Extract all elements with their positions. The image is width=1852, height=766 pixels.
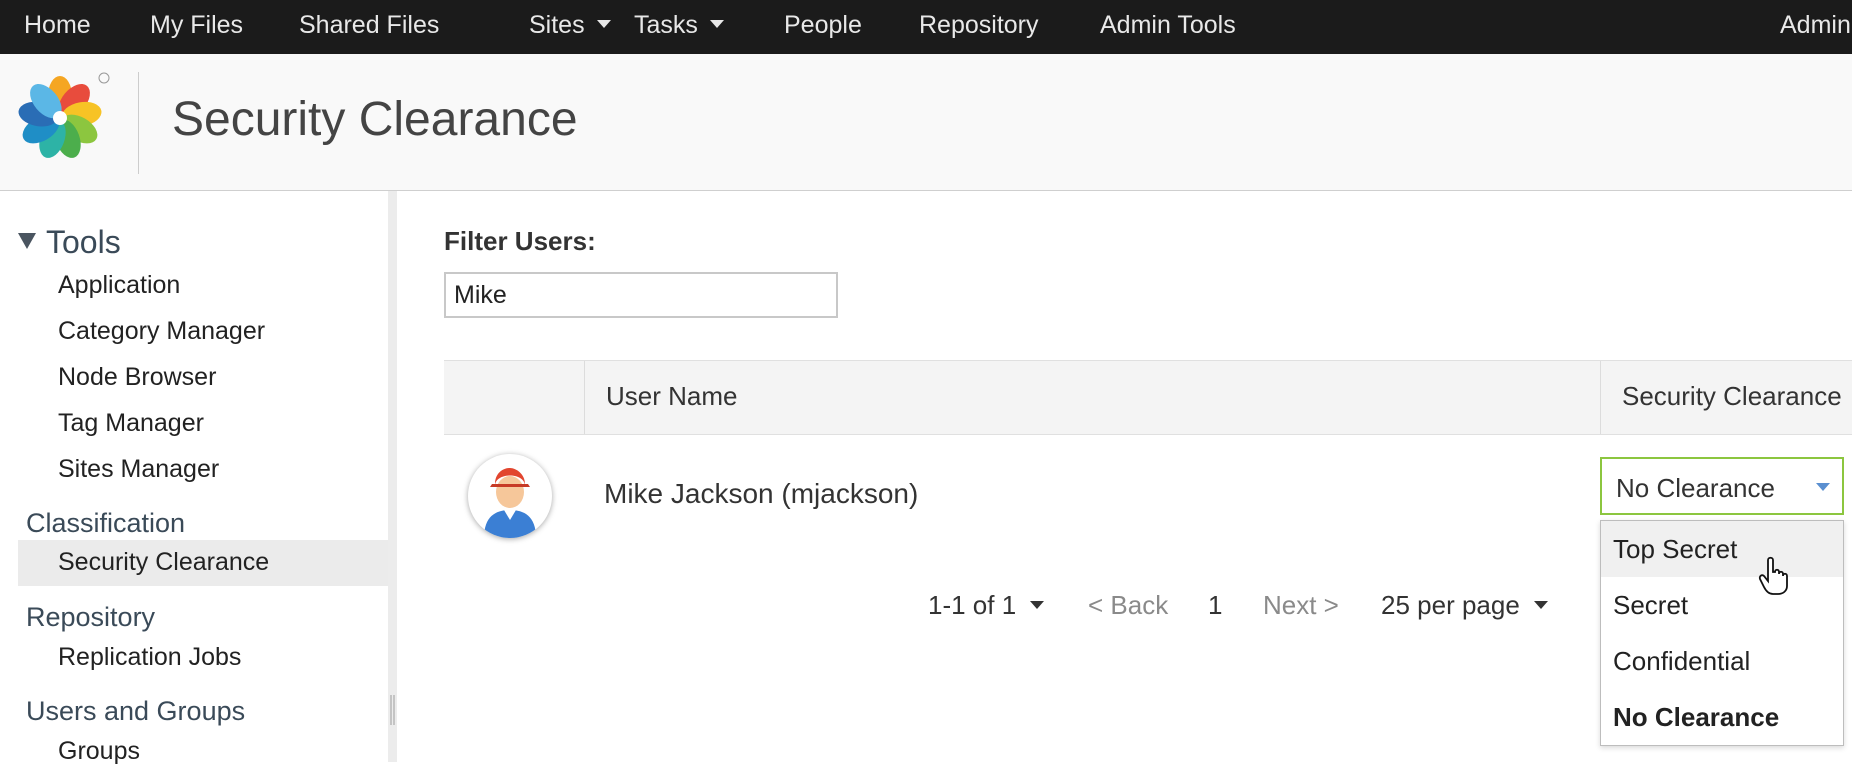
- sidebar-splitter[interactable]: [388, 191, 397, 762]
- table-row-user-name: Mike Jackson (mjackson): [604, 478, 919, 509]
- nav-my-files[interactable]: My Files: [150, 0, 243, 50]
- nav-people[interactable]: People: [784, 0, 862, 50]
- pager-next-button[interactable]: Next >: [1263, 590, 1339, 621]
- filter-users-label: Filter Users:: [444, 226, 596, 256]
- nav-sites-label: Sites: [529, 11, 585, 39]
- chevron-down-icon: [596, 20, 611, 29]
- sidebar-group-users-and-groups: Users and Groups: [26, 696, 246, 726]
- hand-cursor-icon: [1758, 556, 1788, 595]
- page-title: Security Clearance: [172, 93, 578, 146]
- collapse-triangle-icon: [18, 232, 36, 249]
- column-separator: [1600, 361, 1601, 434]
- nav-shared-files[interactable]: Shared Files: [299, 0, 439, 50]
- alfresco-logo-icon: [18, 72, 110, 158]
- option-confidential[interactable]: Confidential: [1601, 633, 1843, 689]
- sidebar-tools-heading[interactable]: Tools: [18, 224, 121, 261]
- column-header-security-clearance[interactable]: Security Clearance: [1622, 381, 1842, 412]
- top-nav-bar: Home My Files Shared Files Sites Tasks P…: [0, 0, 1852, 54]
- sidebar-item-sites-manager[interactable]: Sites Manager: [58, 455, 219, 484]
- header-divider: [138, 72, 139, 174]
- nav-home[interactable]: Home: [24, 0, 91, 50]
- filter-users-input[interactable]: [444, 272, 838, 318]
- user-avatar-icon: [484, 468, 536, 538]
- nav-tasks[interactable]: Tasks: [634, 0, 724, 50]
- sidebar-item-node-browser[interactable]: Node Browser: [58, 363, 216, 392]
- sidebar-item-tag-manager[interactable]: Tag Manager: [58, 409, 204, 438]
- nav-repository[interactable]: Repository: [919, 0, 1039, 50]
- sidebar-group-classification: Classification: [26, 508, 186, 538]
- column-separator: [584, 361, 585, 434]
- option-no-clearance[interactable]: No Clearance: [1601, 689, 1843, 745]
- pager-back-button[interactable]: < Back: [1088, 590, 1168, 621]
- pager-range[interactable]: 1-1 of 1: [928, 590, 1045, 621]
- chevron-down-icon: [1030, 601, 1045, 610]
- pager-range-label: 1-1 of 1: [928, 590, 1017, 620]
- column-header-user-name[interactable]: User Name: [606, 381, 737, 412]
- sidebar-tools-label: Tools: [46, 224, 121, 260]
- pager-per-page-label: 25 per page: [1381, 590, 1520, 620]
- pager-per-page[interactable]: 25 per page: [1381, 590, 1548, 621]
- nav-admin-tools[interactable]: Admin Tools: [1100, 0, 1236, 50]
- table-header: User Name Security Clearance: [444, 360, 1852, 435]
- pager-current-page[interactable]: 1: [1208, 590, 1222, 621]
- user-menu[interactable]: Admin: [1780, 0, 1851, 50]
- option-top-secret[interactable]: Top Secret: [1601, 521, 1843, 577]
- avatar: [468, 454, 552, 538]
- chevron-down-icon: [709, 20, 724, 29]
- resize-handle-icon[interactable]: [390, 695, 395, 725]
- clearance-dropdown-menu: Top Secret Secret Confidential No Cleara…: [1600, 520, 1844, 746]
- sidebar-item-security-clearance[interactable]: Security Clearance: [58, 548, 269, 577]
- chevron-down-icon: [1816, 483, 1830, 491]
- option-secret[interactable]: Secret: [1601, 577, 1843, 633]
- security-clearance-select[interactable]: No Clearance: [1600, 457, 1844, 515]
- page-header: Security Clearance: [0, 54, 1852, 191]
- chevron-down-icon: [1533, 601, 1548, 610]
- nav-tasks-label: Tasks: [634, 11, 698, 39]
- nav-sites[interactable]: Sites: [529, 0, 611, 50]
- sidebar-group-repository: Repository: [26, 602, 156, 632]
- sidebar-item-replication-jobs[interactable]: Replication Jobs: [58, 643, 241, 672]
- sidebar-item-category-manager[interactable]: Category Manager: [58, 317, 265, 346]
- select-current-value: No Clearance: [1616, 473, 1775, 503]
- sidebar-item-application[interactable]: Application: [58, 271, 180, 300]
